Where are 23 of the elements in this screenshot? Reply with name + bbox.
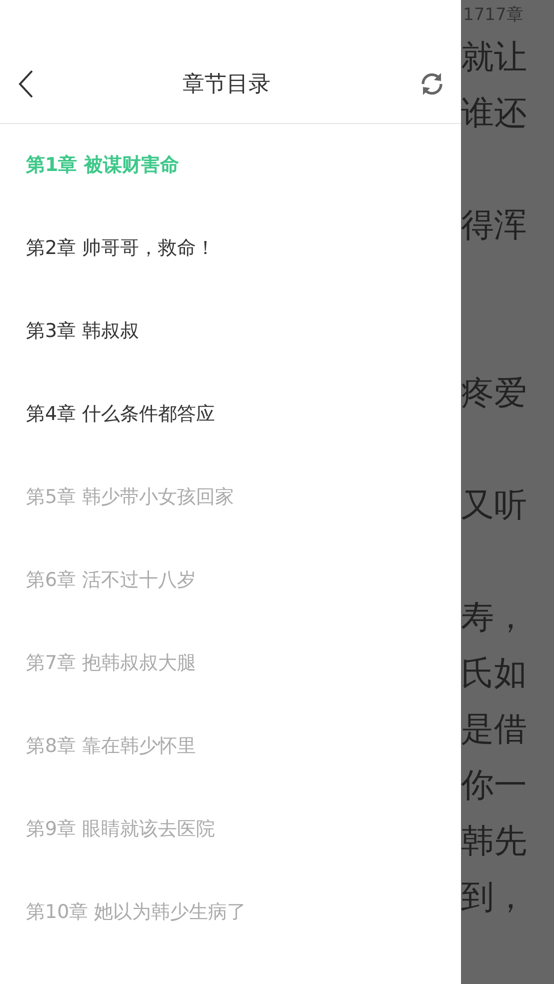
chapter-item[interactable]: 第9章 眼睛就该去医院: [0, 788, 461, 871]
chapter-item[interactable]: 第4章 什么条件都答应: [0, 373, 461, 456]
chapter-item[interactable]: 第10章 她以为韩少生病了: [0, 871, 461, 954]
text-line: 氏如: [461, 652, 528, 694]
text-line: 又听: [461, 484, 528, 526]
text-line: 韩先: [461, 820, 528, 862]
text-line: 寿，: [461, 596, 528, 638]
chapter-item[interactable]: 第5章 韩少带小女孩回家: [0, 456, 461, 539]
text-line: 疼爱: [461, 372, 528, 414]
chapter-item[interactable]: 第7章 抱韩叔叔大腿: [0, 622, 461, 705]
chapter-item[interactable]: 第3章 韩叔叔: [0, 290, 461, 373]
chapter-item[interactable]: 第6章 活不过十八岁: [0, 539, 461, 622]
text-line: 得浑: [461, 204, 528, 246]
chapter-item[interactable]: 第8章 靠在韩少怀里: [0, 705, 461, 788]
chapter-item[interactable]: 第1章 被谋财害命: [0, 124, 461, 207]
text-line: 是借: [461, 708, 528, 750]
refresh-icon[interactable]: [419, 71, 445, 97]
drawer-title: 章节目录: [182, 71, 270, 99]
text-line: 就让: [461, 36, 528, 78]
text-line: 谁还: [461, 92, 528, 134]
back-icon[interactable]: [18, 70, 34, 98]
text-line: 到，: [461, 876, 528, 918]
chapter-item[interactable]: 第2章 帅哥哥，救命！: [0, 207, 461, 290]
